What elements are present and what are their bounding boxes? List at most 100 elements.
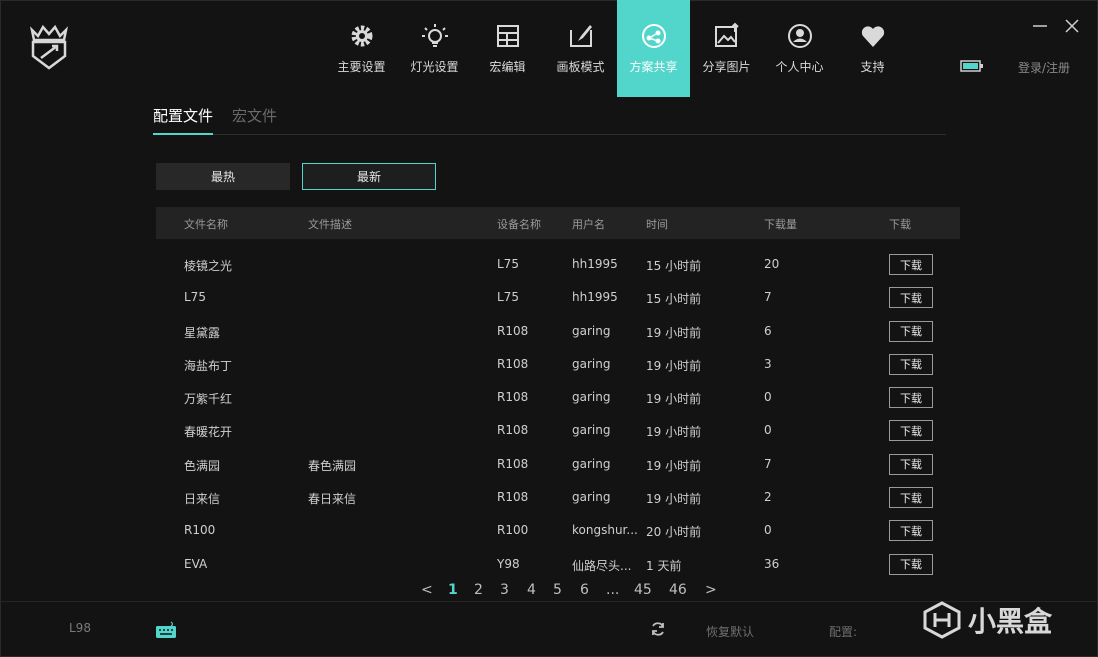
close-icon[interactable] <box>1064 18 1080 34</box>
tab-macro-files[interactable]: 宏文件 <box>232 105 277 133</box>
watermark: 小黑盒 <box>922 600 1052 640</box>
cell-username: 仙路尽头... <box>572 558 632 573</box>
download-button[interactable]: 下载 <box>889 553 933 575</box>
download-button[interactable]: 下载 <box>889 353 933 375</box>
page-button[interactable]: 5 <box>553 582 562 598</box>
nav-item-profile-share[interactable]: 方案共享 <box>617 0 690 97</box>
cell-username: garing <box>572 423 611 438</box>
nav-item-label: 分享图片 <box>702 60 751 74</box>
cell-file-name: 日来信 <box>184 492 221 507</box>
cell-time: 15 小时前 <box>646 292 702 307</box>
cell-device: L75 <box>497 290 519 305</box>
column-header-download: 下载 <box>889 218 911 231</box>
nav-item-support[interactable]: 支持 <box>836 0 909 97</box>
cell-download-count: 3 <box>764 356 772 371</box>
device-model-label: L98 <box>69 621 91 635</box>
sort-new-button[interactable]: 最新 <box>302 163 436 190</box>
column-header-file-name: 文件名称 <box>184 218 228 231</box>
cell-download-count: 36 <box>764 556 780 571</box>
cell-device: R108 <box>497 456 529 471</box>
cell-file-name: 色满园 <box>184 458 221 473</box>
sort-hot-button[interactable]: 最热 <box>156 163 290 190</box>
table-row: 星黛露 R108 garing 19 小时前 6 下载 <box>156 314 960 347</box>
page-button[interactable]: 45 <box>634 582 652 598</box>
cell-time: 19 小时前 <box>646 325 702 340</box>
page-button[interactable]: 2 <box>474 582 483 598</box>
cell-download-count: 20 <box>764 257 780 271</box>
cell-time: 15 小时前 <box>646 259 702 273</box>
nav-item-main-settings[interactable]: 主要设置 <box>325 0 398 97</box>
cell-username: hh1995 <box>572 257 618 271</box>
page-button[interactable]: 1 <box>448 582 458 598</box>
cell-file-name: 海盐布丁 <box>184 358 233 373</box>
download-button[interactable]: 下载 <box>889 420 933 442</box>
cell-download-count: 7 <box>764 290 772 305</box>
restore-default-button[interactable]: 恢复默认 <box>706 623 754 640</box>
next-page-button[interactable]: > <box>705 582 717 598</box>
cell-file-name: 万紫千红 <box>184 392 233 407</box>
tab-profile-files[interactable]: 配置文件 <box>153 105 214 135</box>
download-button[interactable]: 下载 <box>889 287 933 309</box>
watermark-text: 小黑盒 <box>968 605 1053 638</box>
table-header: 文件名称 文件描述 设备名称 用户名 时间 下载量 下载 <box>156 207 960 239</box>
nav-item-share-image[interactable]: 分享图片 <box>690 0 763 97</box>
page-button[interactable]: 46 <box>669 582 687 598</box>
cell-file-name: 棱镜之光 <box>184 259 233 273</box>
table-row: 春暖花开 R108 garing 19 小时前 0 下载 <box>156 413 960 446</box>
nav-item-label: 支持 <box>860 60 885 74</box>
cell-time: 19 小时前 <box>646 458 702 473</box>
page-button[interactable]: 4 <box>527 582 536 598</box>
cell-username: hh1995 <box>572 290 618 305</box>
table-row: 万紫千红 R108 garing 19 小时前 0 下载 <box>156 380 960 413</box>
cell-download-count: 7 <box>764 456 772 471</box>
download-button[interactable]: 下载 <box>889 320 933 342</box>
cell-file-name: 星黛露 <box>184 325 221 340</box>
minimize-icon[interactable] <box>1032 18 1048 34</box>
cell-file-name: 春暖花开 <box>184 425 233 440</box>
cell-file-name: R100 <box>184 523 216 538</box>
cell-description: 春色满园 <box>308 458 357 473</box>
cell-device: L75 <box>497 257 519 271</box>
cell-device: R108 <box>497 423 529 438</box>
cell-device: Y98 <box>497 556 520 571</box>
column-header-username: 用户名 <box>572 218 605 231</box>
refresh-icon[interactable] <box>650 621 666 637</box>
cell-username: kongshur... <box>572 523 638 538</box>
keyboard-icon[interactable] <box>155 621 177 639</box>
download-button[interactable]: 下载 <box>889 487 933 509</box>
cell-username: garing <box>572 456 611 471</box>
nav-item-label: 主要设置 <box>337 60 386 74</box>
paint-brush-icon <box>569 25 592 47</box>
cell-device: R108 <box>497 356 529 371</box>
column-header-device: 设备名称 <box>497 218 541 231</box>
lightbulb-icon <box>421 24 448 47</box>
table-body: 棱镜之光 L75 hh1995 15 小时前 20 下载 L75 L75 hh1… <box>156 247 960 580</box>
table-row: 海盐布丁 R108 garing 19 小时前 3 下载 <box>156 347 960 380</box>
download-button[interactable]: 下载 <box>889 387 933 409</box>
table-row: 日来信 春日来信 R108 garing 19 小时前 2 下载 <box>156 480 960 513</box>
nav-item-macro[interactable]: 宏编辑 <box>471 0 544 97</box>
brand-logo-icon <box>29 24 69 70</box>
nav-item-label: 个人中心 <box>775 60 824 74</box>
page-button[interactable]: 3 <box>500 582 509 598</box>
cell-file-name: EVA <box>184 556 208 571</box>
file-type-tabs: 配置文件 宏文件 <box>153 105 946 135</box>
nav-item-lighting[interactable]: 灯光设置 <box>398 0 471 97</box>
cell-device: R108 <box>497 490 529 505</box>
nav-item-label: 灯光设置 <box>410 60 459 74</box>
cell-time: 19 小时前 <box>646 392 702 407</box>
prev-page-button[interactable]: < <box>421 582 433 598</box>
login-register-link[interactable]: 登录/注册 <box>1018 59 1070 76</box>
nav-item-paint-mode[interactable]: 画板模式 <box>544 0 617 97</box>
cell-download-count: 0 <box>764 523 772 538</box>
nav-item-personal-center[interactable]: 个人中心 <box>763 0 836 97</box>
download-button[interactable]: 下载 <box>889 254 933 275</box>
page-button[interactable]: 6 <box>580 582 589 598</box>
cell-time: 1 天前 <box>646 558 682 573</box>
download-button[interactable]: 下载 <box>889 453 933 475</box>
share-image-icon <box>714 22 739 47</box>
user-icon <box>787 24 812 48</box>
download-button[interactable]: 下载 <box>889 520 933 542</box>
cell-username: garing <box>572 490 611 505</box>
table-row: 棱镜之光 L75 hh1995 15 小时前 20 下载 <box>156 247 960 280</box>
